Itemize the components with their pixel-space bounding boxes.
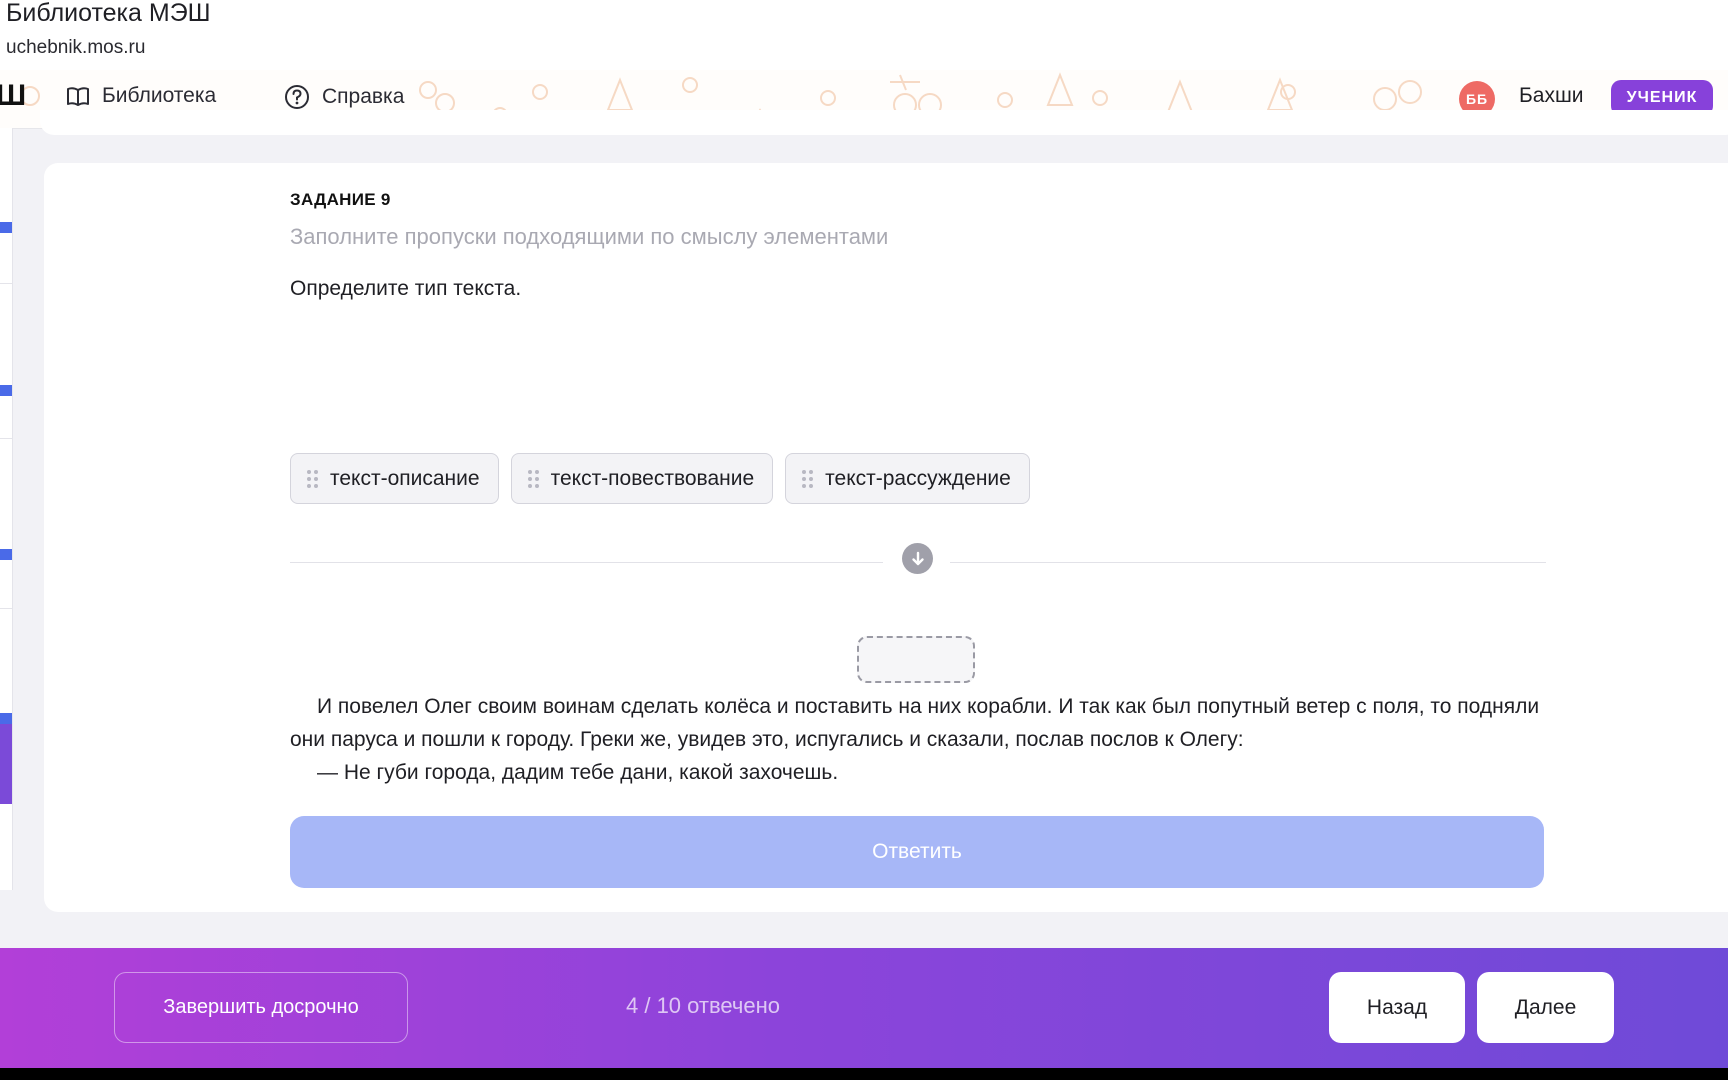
option-label: текст-описание [330, 466, 480, 490]
panel-divider [0, 438, 12, 439]
page-url[interactable]: uchebnik.mos.ru [6, 37, 145, 59]
header-card-bottom [40, 110, 1728, 135]
section-divider [950, 562, 1546, 563]
question-circle-icon [285, 85, 309, 109]
browser-title-bar: Библиотека МЭШ uchebnik.mos.ru [0, 0, 1728, 71]
option-chip[interactable]: текст-описание [290, 453, 499, 504]
question-indicator[interactable] [0, 713, 12, 724]
active-question-indicator[interactable] [0, 724, 12, 804]
screen-bottom-edge [0, 1068, 1728, 1080]
option-chip[interactable]: текст-повествование [510, 453, 774, 504]
nav-library-label: Библиотека [102, 84, 217, 107]
finish-early-button[interactable]: Завершить досрочно [114, 972, 408, 1043]
task-text: И повелел Олег своим воинам сделать колё… [290, 690, 1560, 789]
answer-options: текст-описание текст-повествование текст… [290, 453, 1030, 504]
task-card [44, 163, 1728, 912]
back-button[interactable]: Назад [1329, 972, 1465, 1043]
next-button[interactable]: Далее [1477, 972, 1614, 1043]
drag-handle-icon [527, 469, 539, 488]
question-indicator[interactable] [0, 549, 12, 560]
user-name[interactable]: Бахши [1519, 84, 1584, 108]
drag-handle-icon [307, 469, 318, 488]
task-number: ЗАДАНИЕ 9 [290, 190, 391, 209]
option-chip[interactable]: текст-рассуждение [785, 453, 1030, 504]
answer-button[interactable]: Ответить [290, 816, 1544, 888]
open-book-icon [67, 87, 89, 106]
question-indicator[interactable] [0, 222, 12, 233]
nav-library-link[interactable]: Библиотека [66, 84, 216, 108]
nav-help-link[interactable]: Справка [284, 84, 404, 110]
progress-counter: 4 / 10 отвечено [626, 993, 781, 1018]
option-label: текст-повествование [550, 466, 755, 490]
drop-zone[interactable] [857, 636, 975, 683]
panel-divider [0, 283, 12, 284]
arrow-down-circle-icon [902, 543, 933, 574]
panel-divider [0, 608, 12, 609]
window-title: Библиотека МЭШ [6, 0, 211, 27]
task-text-paragraph: И повелел Олег своим воинам сделать колё… [290, 695, 1540, 751]
question-indicator[interactable] [0, 385, 12, 396]
task-text-paragraph: — Не губи города, дадим тебе дани, какой… [317, 761, 839, 784]
task-question: Определите тип текста. [290, 277, 522, 300]
option-label: текст-рассуждение [825, 466, 1011, 490]
left-question-panel [0, 128, 13, 890]
section-divider [290, 562, 883, 563]
mesh-logo[interactable]: Ш [0, 79, 26, 113]
drag-handle-icon [802, 469, 814, 488]
task-instruction: Заполните пропуски подходящими по смыслу… [290, 224, 889, 249]
nav-help-label: Справка [322, 85, 405, 108]
